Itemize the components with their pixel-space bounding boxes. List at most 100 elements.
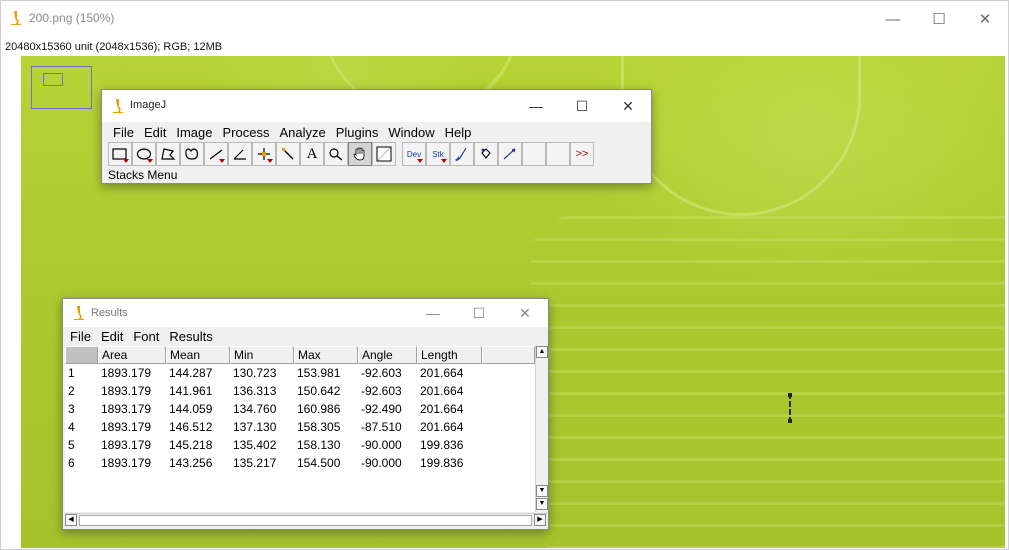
window-title: 200.png (150%)	[29, 11, 115, 25]
close-button[interactable]: ✕	[502, 299, 548, 327]
wand-tool-icon[interactable]	[276, 142, 300, 166]
arrow-pen-icon[interactable]	[498, 142, 522, 166]
dev-menu[interactable]: Dev	[402, 142, 426, 166]
table-cell: 1893.179	[101, 402, 152, 416]
table-cell: 201.664	[420, 420, 464, 434]
results-table[interactable]: Area Mean Min Max Angle Length 1 1893.179…	[65, 346, 535, 512]
menu-image[interactable]: Image	[171, 125, 217, 140]
table-row[interactable]: 3 1893.179 144.059 134.760 160.986 -92.490 201…	[65, 400, 535, 418]
table-cell: 135.217	[233, 456, 277, 470]
table-cell: 146.512	[169, 420, 213, 434]
menu-edit[interactable]: Edit	[139, 125, 171, 140]
column-header-max[interactable]: Max	[294, 346, 358, 364]
flood-fill-icon[interactable]	[474, 142, 498, 166]
oval-tool-icon[interactable]	[132, 142, 156, 166]
point-tool-icon[interactable]	[252, 142, 276, 166]
navigator-viewport[interactable]	[43, 73, 63, 86]
maximize-button[interactable]: ☐	[916, 1, 962, 37]
column-header-mean[interactable]: Mean	[166, 346, 230, 364]
table-cell: -90.000	[361, 456, 402, 470]
text-tool-icon[interactable]: A	[300, 142, 324, 166]
table-cell: 201.664	[420, 384, 464, 398]
table-cell: 3	[68, 402, 75, 416]
menu-edit[interactable]: Edit	[96, 329, 128, 344]
table-cell: 1	[68, 366, 75, 380]
table-row[interactable]: 2 1893.179 141.961 136.313 150.642 -92.603 201…	[65, 382, 535, 400]
stk-menu[interactable]: Stk	[426, 142, 450, 166]
imagej-main-window: ImageJ — ☐ ✕ File Edit Image Process Ana…	[101, 89, 652, 184]
table-cell: -92.490	[361, 402, 402, 416]
column-header-min[interactable]: Min	[230, 346, 294, 364]
results-titlebar[interactable]: Results — ☐ ✕	[63, 299, 548, 327]
menu-help[interactable]: Help	[440, 125, 477, 140]
image-info-line: 20480x15360 unit (2048x1536); RGB; 12MB	[5, 41, 223, 53]
minimize-button[interactable]: —	[870, 1, 916, 37]
table-body: 1 1893.179 144.287 130.723 153.981 -92.603 201…	[65, 364, 535, 472]
angle-tool-icon[interactable]	[228, 142, 252, 166]
menu-process[interactable]: Process	[218, 125, 275, 140]
table-cell: 154.500	[297, 456, 341, 470]
polygon-tool-icon[interactable]	[156, 142, 180, 166]
results-window: Results — ☐ ✕ File Edit Font Results Are…	[62, 298, 549, 530]
maximize-button[interactable]: ☐	[559, 90, 605, 122]
close-button[interactable]: ✕	[605, 90, 651, 122]
table-cell: 2	[68, 384, 75, 398]
minimize-button[interactable]: —	[513, 90, 559, 122]
scroll-down-arrow-icon[interactable]: ▼	[536, 485, 548, 497]
imagej-titlebar[interactable]: ImageJ — ☐ ✕	[102, 90, 651, 122]
table-cell: 1893.179	[101, 456, 152, 470]
table-row[interactable]: 5 1893.179 145.218 135.402 158.130 -90.000 199…	[65, 436, 535, 454]
imagej-microscope-icon	[112, 98, 124, 114]
brush-icon[interactable]	[450, 142, 474, 166]
scroll-left-arrow-icon[interactable]: ◀	[65, 514, 77, 526]
more-tools-icon[interactable]: >>	[570, 142, 594, 166]
table-cell: 141.961	[169, 384, 213, 398]
table-cell: 1893.179	[101, 420, 152, 434]
column-header-index[interactable]	[65, 346, 98, 364]
vertical-scrollbar[interactable]: ▲ ▼ ▼	[535, 346, 548, 512]
menu-results[interactable]: Results	[164, 329, 217, 344]
menu-file[interactable]: File	[65, 329, 96, 344]
navigator-overlay[interactable]	[31, 66, 92, 109]
table-cell: 143.256	[169, 456, 213, 470]
horizontal-scroll-thumb[interactable]	[79, 515, 532, 526]
menu-plugins[interactable]: Plugins	[331, 125, 384, 140]
line-selection[interactable]	[788, 393, 793, 423]
rectangle-tool-icon[interactable]	[108, 142, 132, 166]
column-header-angle[interactable]: Angle	[358, 346, 417, 364]
menu-file[interactable]: File	[108, 125, 139, 140]
close-button[interactable]: ✕	[962, 1, 1008, 37]
maximize-button[interactable]: ☐	[456, 299, 502, 327]
imagej-microscope-icon	[73, 305, 85, 321]
line-tool-icon[interactable]	[204, 142, 228, 166]
table-row[interactable]: 1 1893.179 144.287 130.723 153.981 -92.603 201…	[65, 364, 535, 382]
table-cell: 144.059	[169, 402, 213, 416]
scroll-down-arrow-icon[interactable]: ▼	[536, 498, 548, 510]
column-header-length[interactable]: Length	[417, 346, 482, 364]
imagej-toolbar: A Dev Stk >>	[102, 142, 651, 166]
table-cell: 130.723	[233, 366, 277, 380]
table-cell: -90.000	[361, 438, 402, 452]
hand-icon[interactable]	[348, 142, 372, 166]
freehand-tool-icon[interactable]	[180, 142, 204, 166]
menu-font[interactable]: Font	[128, 329, 164, 344]
magnifier-icon[interactable]	[324, 142, 348, 166]
minimize-button[interactable]: —	[410, 299, 456, 327]
table-cell: 135.402	[233, 438, 277, 452]
column-header-area[interactable]: Area	[98, 346, 166, 364]
color-picker-icon[interactable]	[372, 142, 396, 166]
table-cell: 5	[68, 438, 75, 452]
scroll-right-arrow-icon[interactable]: ▶	[534, 514, 546, 526]
table-cell: -92.603	[361, 366, 402, 380]
table-row[interactable]: 4 1893.179 146.512 137.130 158.305 -87.510 201…	[65, 418, 535, 436]
table-row[interactable]: 6 1893.179 143.256 135.217 154.500 -90.000 199…	[65, 454, 535, 472]
horizontal-scrollbar[interactable]: ◀ ▶	[65, 513, 548, 527]
menu-analyze[interactable]: Analyze	[274, 125, 330, 140]
table-cell: 134.760	[233, 402, 277, 416]
image-window-titlebar[interactable]: 200.png (150%) — ☐ ✕	[1, 1, 1008, 37]
scroll-up-arrow-icon[interactable]: ▲	[536, 346, 548, 358]
menu-window[interactable]: Window	[383, 125, 439, 140]
table-cell: 137.130	[233, 420, 277, 434]
imagej-menubar: File Edit Image Process Analyze Plugins …	[102, 122, 651, 142]
table-cell: 144.287	[169, 366, 213, 380]
